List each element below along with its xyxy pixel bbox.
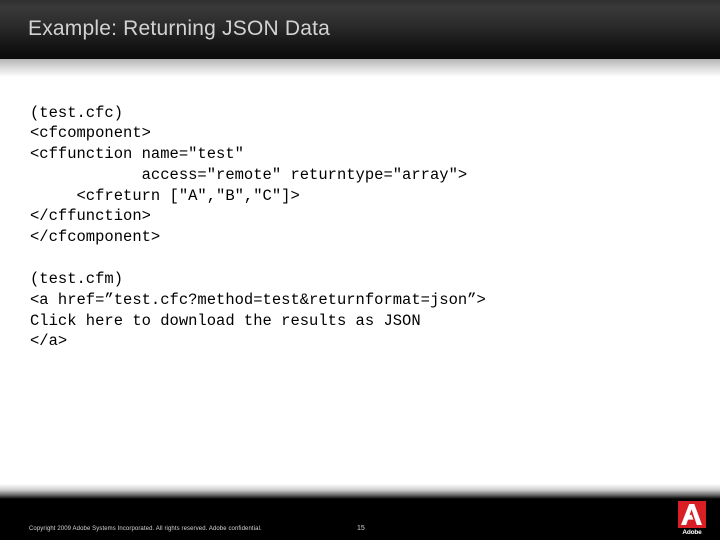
- content-body: (test.cfc) <cfcomponent> <cffunction nam…: [30, 87, 690, 368]
- code-block-cfm: (test.cfm) <a href=”test.cfc?method=test…: [30, 270, 486, 351]
- adobe-wordmark: Adobe: [682, 529, 702, 536]
- slide-footer-band: [0, 499, 720, 540]
- code-block-cfc: (test.cfc) <cfcomponent> <cffunction nam…: [30, 103, 468, 247]
- adobe-logo: Adobe: [675, 501, 709, 537]
- page-title: Example: Returning JSON Data: [28, 17, 331, 40]
- slide-root: Example: Returning JSON Data (test.cfc) …: [0, 0, 720, 540]
- footer-gradient-divider: [0, 484, 720, 499]
- footer-page-number: 15: [357, 525, 365, 532]
- header-gradient-divider: [0, 59, 720, 77]
- adobe-a-icon: [678, 501, 706, 528]
- footer-copyright-text: Copyright 2009 Adobe Systems Incorporate…: [29, 526, 262, 532]
